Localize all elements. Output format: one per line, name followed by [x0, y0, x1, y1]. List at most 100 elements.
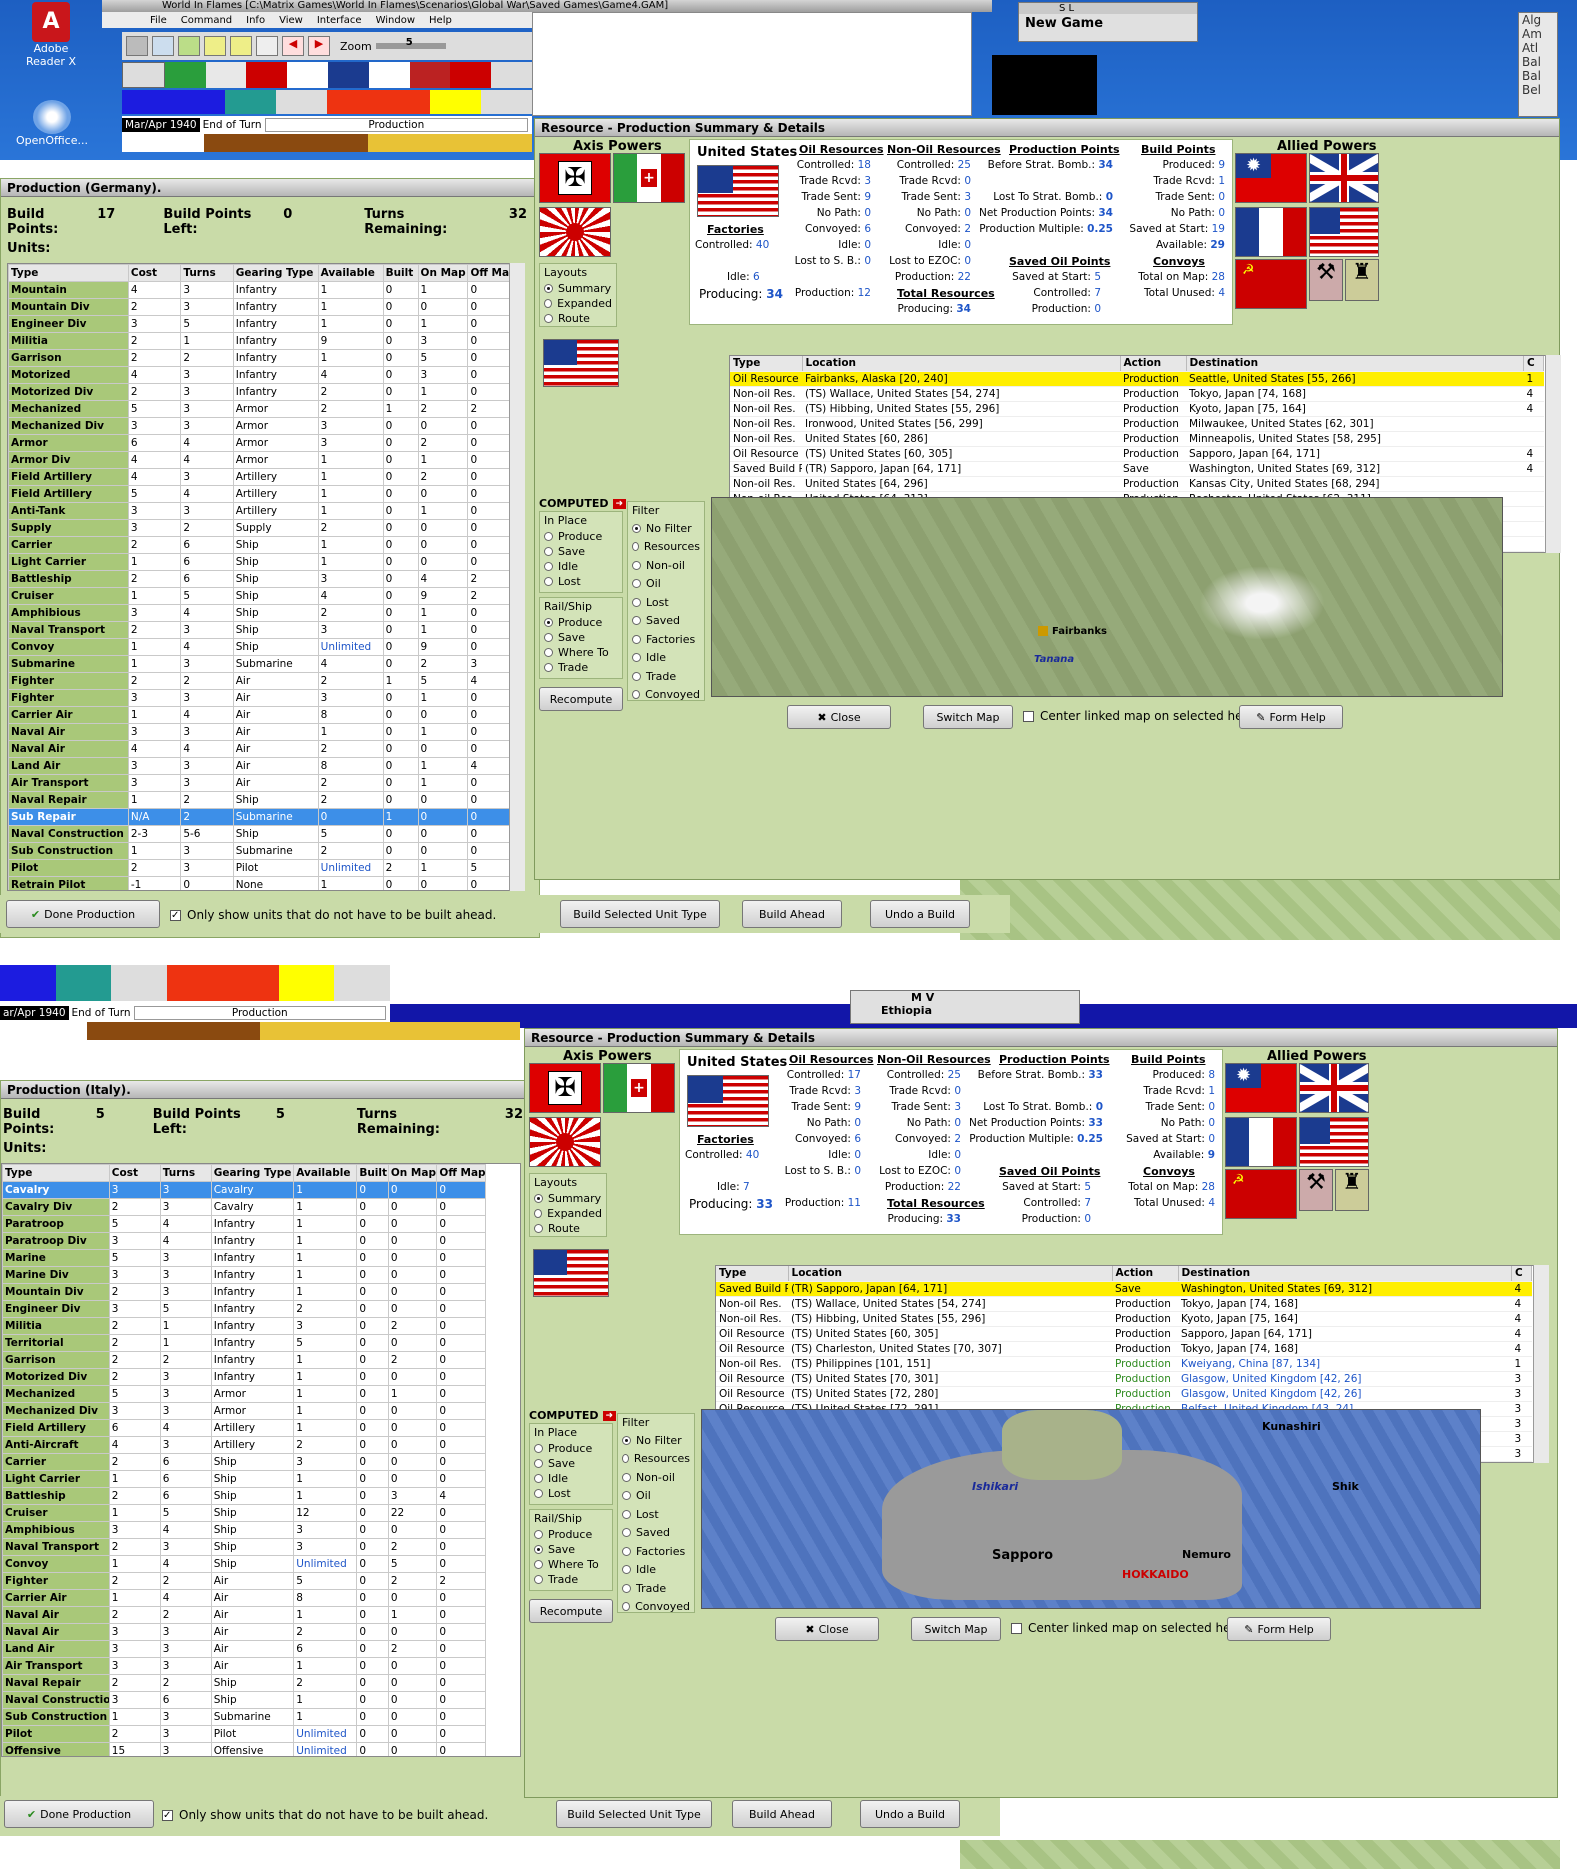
- table-row[interactable]: Armor 6 4 Armor 3 0 2 0: [8, 434, 524, 452]
- table-row[interactable]: Naval Repair 2 2 Ship 2 0 0 0: [2, 1674, 486, 1692]
- table-row[interactable]: Offensive 15 3 Offensive Unlimited 0 0 0: [2, 1742, 486, 1756]
- arrow-right-icon[interactable]: ▶: [308, 36, 330, 56]
- radio-icon[interactable]: [622, 1509, 631, 1519]
- location-row[interactable]: Oil Resource (TS) United States [60, 305]…: [716, 1326, 1532, 1342]
- rail-ship-option[interactable]: Produce: [534, 1527, 608, 1542]
- radio-icon[interactable]: [622, 1602, 631, 1612]
- filter-option[interactable]: Lost: [622, 1505, 690, 1524]
- switch-map-button[interactable]: Switch Map: [923, 705, 1013, 729]
- table-row[interactable]: Fighter 3 3 Air 3 0 1 0: [8, 689, 524, 707]
- radio-icon[interactable]: [632, 523, 641, 533]
- flag-united-kingdom[interactable]: [1309, 153, 1379, 203]
- arrow-left-icon[interactable]: ◀: [282, 36, 304, 56]
- list-item[interactable]: Bal: [1522, 55, 1557, 69]
- tool-icon[interactable]: [152, 36, 174, 56]
- column-header[interactable]: Location: [802, 356, 1121, 372]
- table-row[interactable]: Armor Div 4 4 Armor 1 0 1 0: [8, 451, 524, 469]
- build-selected-button[interactable]: Build Selected Unit Type: [560, 900, 720, 928]
- filter-option[interactable]: Saved: [622, 1524, 690, 1543]
- table-row[interactable]: Convoy 1 4 Ship Unlimited 0 5 0: [2, 1555, 486, 1573]
- radio-icon[interactable]: [534, 1444, 543, 1453]
- rail-ship-option[interactable]: Where To: [544, 645, 618, 660]
- flag-china[interactable]: ✹: [1235, 153, 1307, 203]
- in-place-option[interactable]: Save: [544, 544, 618, 559]
- filter-option[interactable]: Resources: [622, 1450, 690, 1469]
- radio-icon[interactable]: [622, 1583, 631, 1593]
- table-row[interactable]: Anti-Aircraft 4 3 Artillery 2 0 0 0: [2, 1436, 486, 1454]
- table-row[interactable]: Engineer Div 3 5 Infantry 2 0 0 0: [2, 1300, 486, 1318]
- openoffice-icon[interactable]: OpenOffice...: [12, 100, 92, 160]
- rail-ship-option[interactable]: Produce: [544, 615, 618, 630]
- location-row[interactable]: Oil Resource (TS) United States [72, 280]…: [716, 1386, 1532, 1402]
- oil-derrick-icon[interactable]: ♜: [1345, 259, 1379, 301]
- table-row[interactable]: Naval Air 3 3 Air 1 0 1 0: [8, 723, 524, 741]
- location-row[interactable]: Non-oil Res. (TS) Wallace, United States …: [716, 1296, 1532, 1312]
- column-header[interactable]: Turns: [180, 264, 234, 282]
- table-row[interactable]: Marine Div 3 3 Infantry 1 0 0 0: [2, 1266, 486, 1284]
- center-linked-checkbox[interactable]: Center linked map on selected hex: [1023, 709, 1249, 723]
- layout-option[interactable]: Summary: [534, 1191, 602, 1206]
- column-header[interactable]: C: [1523, 356, 1544, 372]
- table-row[interactable]: Naval Transport 2 3 Ship 3 0 1 0: [8, 621, 524, 639]
- radio-icon[interactable]: [622, 1491, 631, 1501]
- location-row[interactable]: Oil Resource (TS) Charleston, United Stat…: [716, 1341, 1532, 1357]
- menu-item-help[interactable]: Help: [429, 15, 452, 26]
- menu-item-interface[interactable]: Interface: [317, 15, 362, 26]
- table-row[interactable]: Land Air 3 3 Air 6 0 2 0: [2, 1640, 486, 1658]
- radio-icon[interactable]: [622, 1435, 631, 1445]
- table-row[interactable]: Naval Construction 3 6 Ship 1 0 0 0: [2, 1691, 486, 1709]
- radio-icon[interactable]: [632, 542, 639, 552]
- radio-icon[interactable]: [632, 690, 641, 700]
- table-row[interactable]: Paratroop 5 4 Infantry 1 0 0 0: [2, 1215, 486, 1233]
- column-header[interactable]: Available: [317, 264, 384, 282]
- radio-icon[interactable]: [544, 562, 553, 571]
- radio-icon[interactable]: [534, 1194, 543, 1203]
- flag-ussr[interactable]: ☭: [1235, 259, 1307, 309]
- table-row[interactable]: Militia 2 1 Infantry 3 0 2 0: [2, 1317, 486, 1335]
- menu-item-info[interactable]: Info: [246, 15, 265, 26]
- table-row[interactable]: Naval Air 3 3 Air 2 0 0 0: [2, 1623, 486, 1641]
- form-help-button[interactable]: ✎ Form Help: [1239, 705, 1343, 729]
- radio-icon[interactable]: [544, 648, 553, 657]
- build-ahead-button[interactable]: Build Ahead: [732, 1800, 832, 1828]
- location-row[interactable]: Oil Resource Fairbanks, Alaska [20, 240] P…: [730, 371, 1544, 387]
- table-row[interactable]: Garrison 2 2 Infantry 1 0 2 0: [2, 1351, 486, 1369]
- resource-icon[interactable]: ⚒: [1309, 259, 1343, 301]
- flag-united-states-selected[interactable]: [543, 339, 619, 387]
- rail-ship-option[interactable]: Save: [534, 1542, 608, 1557]
- table-row[interactable]: Pilot 2 3 Pilot Unlimited 2 1 5: [8, 859, 524, 877]
- radio-icon[interactable]: [544, 577, 553, 586]
- column-header[interactable]: Action: [1120, 356, 1187, 372]
- radio-icon[interactable]: [544, 284, 553, 293]
- done-production-button[interactable]: ✔ Done Production: [4, 1800, 154, 1828]
- radio-icon[interactable]: [622, 1472, 631, 1482]
- table-row[interactable]: Battleship 2 6 Ship 3 0 4 2: [8, 570, 524, 588]
- checkbox-icon[interactable]: [1023, 710, 1034, 722]
- location-row[interactable]: Non-oil Res. (TS) Wallace, United States …: [730, 386, 1544, 402]
- radio-icon[interactable]: [534, 1474, 543, 1483]
- in-place-option[interactable]: Idle: [544, 559, 618, 574]
- flag-france[interactable]: [1225, 1117, 1297, 1167]
- table-row[interactable]: Cruiser 1 5 Ship 4 0 9 2: [8, 587, 524, 605]
- table-row[interactable]: Militia 2 1 Infantry 9 0 3 0: [8, 332, 524, 350]
- flag-united-kingdom[interactable]: [1299, 1063, 1369, 1113]
- flag-usa-allied[interactable]: [1299, 1117, 1369, 1167]
- new-game-window[interactable]: S L New Game: [1018, 2, 1198, 42]
- flag-united-states-selected[interactable]: [533, 1249, 609, 1297]
- recompute-button[interactable]: Recompute: [529, 1599, 613, 1623]
- radio-icon[interactable]: [544, 314, 553, 323]
- radio-icon[interactable]: [622, 1528, 631, 1538]
- table-row[interactable]: Cruiser 1 5 Ship 12 0 22 0: [2, 1504, 486, 1522]
- checkbox-icon[interactable]: ✓: [170, 909, 181, 921]
- layout-option[interactable]: Expanded: [534, 1206, 602, 1221]
- column-header[interactable]: Turns: [159, 1164, 212, 1182]
- location-row[interactable]: Oil Resource (TS) United States [60, 305]…: [730, 446, 1544, 462]
- layout-option[interactable]: Summary: [544, 281, 612, 296]
- close-button[interactable]: ✖ Close: [775, 1617, 879, 1641]
- filter-option[interactable]: No Filter: [622, 1431, 690, 1450]
- radio-icon[interactable]: [544, 532, 553, 541]
- table-row[interactable]: Pilot 2 3 Pilot Unlimited 0 0 0: [2, 1725, 486, 1743]
- menu-item-file[interactable]: File: [150, 15, 167, 26]
- menu-item-view[interactable]: View: [279, 15, 303, 26]
- flag-japan[interactable]: [529, 1117, 601, 1167]
